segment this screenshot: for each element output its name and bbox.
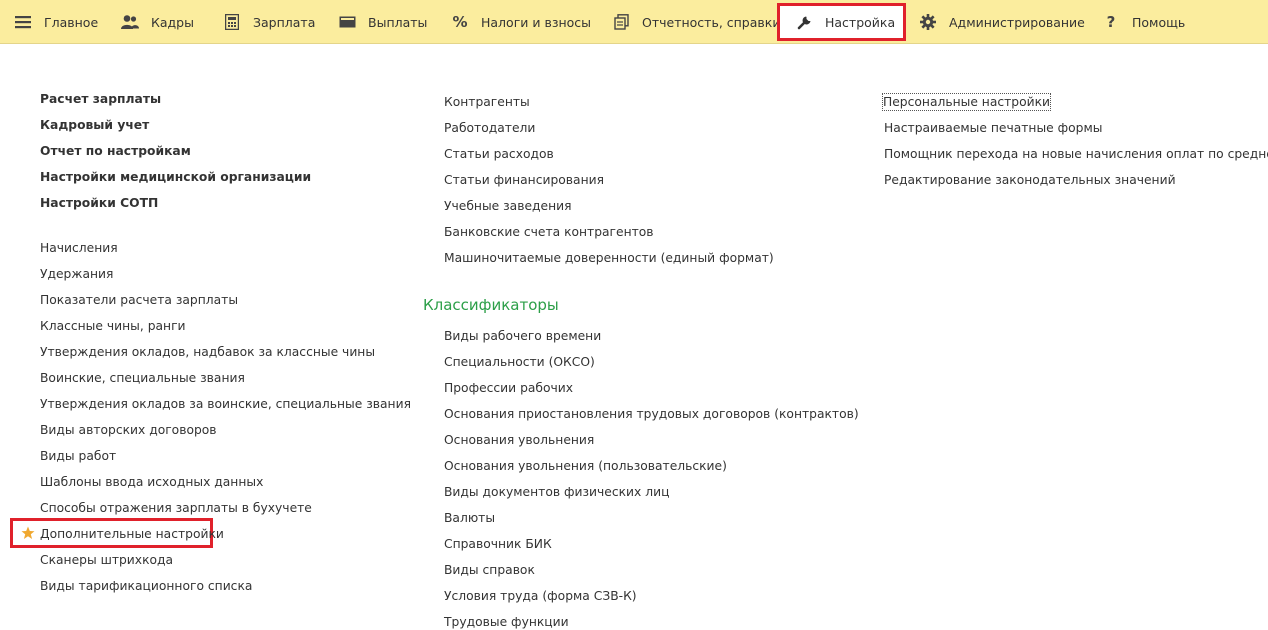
link-class-ranks[interactable]: Классные чины, ранги	[40, 318, 186, 334]
link-salary-indicators[interactable]: Показатели расчета зарплаты	[40, 292, 238, 308]
star-icon[interactable]	[21, 525, 35, 539]
menu-item-label: Помощь	[1132, 14, 1186, 30]
link-legislative-values-editing[interactable]: Редактирование законодательных значений	[884, 172, 1176, 188]
menu-item-label: Выплаты	[368, 14, 428, 30]
link-worker-professions[interactable]: Профессии рабочих	[444, 380, 573, 396]
link-barcode-scanners[interactable]: Сканеры штрихкода	[40, 552, 173, 568]
link-counterparties[interactable]: Контрагенты	[444, 94, 530, 110]
section-title-classifiers: Классификаторы	[423, 296, 559, 314]
link-work-conditions[interactable]: Условия труда (форма СЗВ-К)	[444, 588, 637, 604]
menu-item-label: Налоги и взносы	[481, 14, 592, 30]
cut-off-section-heading	[20, 622, 30, 630]
link-medical-org-settings[interactable]: Настройки медицинской организации	[40, 169, 311, 185]
menu-item-label: Администрирование	[949, 14, 1085, 30]
menu-item-help[interactable]: ? Помощь	[1102, 0, 1186, 44]
menu-item-taxes[interactable]: % Налоги и взносы	[451, 0, 591, 44]
wallet-icon	[338, 13, 356, 31]
calculator-icon	[223, 13, 241, 31]
menu-item-hr[interactable]: Кадры	[121, 0, 194, 44]
link-personal-settings[interactable]: Персональные настройки	[881, 93, 1052, 111]
menu-item-salary[interactable]: Зарплата	[223, 0, 315, 44]
link-military-rank-salaries[interactable]: Утверждения окладов за воинские, специал…	[40, 396, 411, 412]
link-financing-items[interactable]: Статьи финансирования	[444, 172, 604, 188]
menu-item-main[interactable]: Главное	[14, 0, 98, 44]
menu-item-reports[interactable]: Отчетность, справки	[612, 0, 780, 44]
percent-icon: %	[452, 13, 468, 31]
section-menu-bar: Главное Кадры Зарплата Выплаты % Налоги …	[0, 0, 1268, 44]
link-class-rank-salaries[interactable]: Утверждения окладов, надбавок за классны…	[40, 344, 375, 360]
link-dismissal-grounds-custom[interactable]: Основания увольнения (пользовательские)	[444, 458, 727, 474]
app-window: Главное Кадры Зарплата Выплаты % Налоги …	[0, 0, 1268, 630]
link-author-contract-types[interactable]: Виды авторских договоров	[40, 422, 217, 438]
link-accruals[interactable]: Начисления	[40, 240, 118, 256]
link-work-time-types[interactable]: Виды рабочего времени	[444, 328, 601, 344]
people-icon	[121, 13, 139, 31]
link-employers[interactable]: Работодатели	[444, 120, 535, 136]
link-salary-accounting-methods[interactable]: Способы отражения зарплаты в бухучете	[40, 500, 312, 516]
menu-item-label: Главное	[44, 14, 99, 30]
link-salary-calculation[interactable]: Расчет зарплаты	[40, 91, 161, 107]
link-tariff-list-types[interactable]: Виды тарификационного списка	[40, 578, 252, 594]
link-currencies[interactable]: Валюты	[444, 510, 495, 526]
link-machine-readable-powers[interactable]: Машиночитаемые доверенности (единый форм…	[444, 250, 774, 266]
link-specialties[interactable]: Специальности (ОКСО)	[444, 354, 595, 370]
link-suspension-grounds[interactable]: Основания приостановления трудовых догов…	[444, 406, 859, 422]
menu-item-label: Зарплата	[253, 14, 316, 30]
menu-item-admin[interactable]: Администрирование	[919, 0, 1085, 44]
link-bik-directory[interactable]: Справочник БИК	[444, 536, 552, 552]
link-identity-document-types[interactable]: Виды документов физических лиц	[444, 484, 669, 500]
link-average-pay-migration-assistant[interactable]: Помощник перехода на новые начисления оп…	[884, 146, 1268, 162]
link-settings-report[interactable]: Отчет по настройкам	[40, 143, 191, 159]
question-icon: ?	[1106, 13, 1116, 31]
menu-item-payments[interactable]: Выплаты	[338, 0, 427, 44]
link-certificate-types[interactable]: Виды справок	[444, 562, 535, 578]
link-dismissal-grounds[interactable]: Основания увольнения	[444, 432, 594, 448]
hamburger-menu-icon	[14, 13, 32, 31]
link-sotp-settings[interactable]: Настройки СОТП	[40, 195, 158, 211]
link-educational-institutions[interactable]: Учебные заведения	[444, 198, 572, 214]
link-labor-functions[interactable]: Трудовые функции	[444, 614, 569, 630]
link-military-ranks[interactable]: Воинские, специальные звания	[40, 370, 245, 386]
link-hr-accounting[interactable]: Кадровый учет	[40, 117, 149, 133]
menu-item-label: Кадры	[151, 14, 194, 30]
menu-item-label: Настройка	[825, 14, 896, 30]
link-deductions[interactable]: Удержания	[40, 266, 113, 282]
gear-icon	[919, 13, 937, 31]
link-work-types[interactable]: Виды работ	[40, 448, 116, 464]
menu-item-label: Отчетность, справки	[642, 14, 781, 30]
wrench-icon	[797, 13, 813, 31]
link-expense-items[interactable]: Статьи расходов	[444, 146, 554, 162]
link-additional-settings[interactable]: Дополнительные настройки	[40, 526, 224, 542]
menu-item-settings[interactable]: Настройка	[777, 3, 906, 41]
link-counterparty-bank-accounts[interactable]: Банковские счета контрагентов	[444, 224, 654, 240]
link-custom-print-forms[interactable]: Настраиваемые печатные формы	[884, 120, 1102, 136]
link-input-templates[interactable]: Шаблоны ввода исходных данных	[40, 474, 263, 490]
documents-icon	[612, 13, 630, 31]
